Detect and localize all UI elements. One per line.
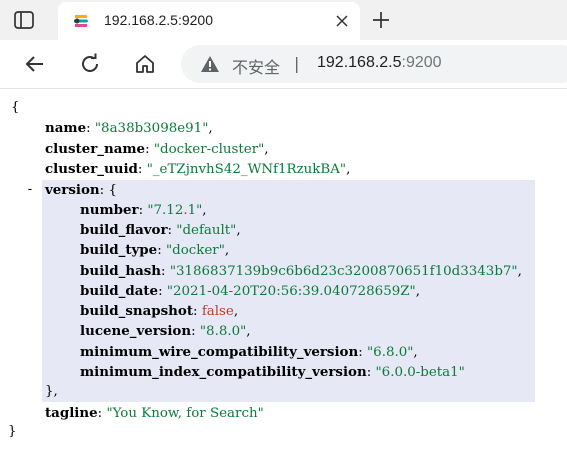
json-key: build_type [80,242,158,258]
json-row-build-flavor: build_flavor: "default", [80,222,241,238]
version-open-brace: { [108,183,117,198]
browser-toolbar: 不安全 | 192.168.2.5:9200 [0,40,567,89]
url-text[interactable]: 192.168.2.5:9200 [317,54,442,72]
json-row-min-wire-compat: minimum_wire_compatibility_version: "6.8… [80,344,418,360]
json-viewer: { name: "8a38b3098e91", cluster_name: "d… [0,88,567,455]
new-tab-icon[interactable] [370,9,392,31]
json-boolean-value: false [201,304,234,319]
json-row-build-snapshot: build_snapshot: false, [80,303,239,319]
json-value: "3186837139b9c6b6d23c3200870651f10d3343b… [169,264,518,279]
json-row-number: number: "7.12.1", [80,202,207,218]
url-host: 192.168.2.5 [317,54,402,71]
back-arrow-icon[interactable] [23,52,47,76]
json-value: "8.8.0" [199,324,247,339]
close-brace: }, [45,384,58,399]
json-row-version: version: { [45,182,117,198]
json-row-build-date: build_date: "2021-04-20T20:56:39.0407286… [80,283,420,299]
json-key: number [80,202,139,218]
close-tab-icon[interactable] [334,13,350,29]
tab-strip: 192.168.2.5:9200 [0,0,567,40]
json-value: "6.8.0" [367,345,414,360]
json-row-name: name: "8a38b3098e91", [45,120,213,136]
json-key: minimum_wire_compatibility_version [80,344,359,360]
open-brace: { [11,100,20,115]
json-row-cluster-name: cluster_name: "docker-cluster", [45,141,269,157]
json-row-cluster-uuid: cluster_uuid: "_eTZjnvhS42_WNf1RzukBA", [45,161,351,177]
json-key: minimum_index_compatibility_version [80,364,367,380]
json-open-brace: { [11,98,20,118]
json-value: "2021-04-20T20:56:39.040728659Z" [166,284,416,299]
json-key: build_date [80,283,159,299]
url-port: :9200 [401,54,442,71]
json-close-brace: } [8,422,17,442]
version-close-brace: }, [45,382,58,402]
json-row-lucene-version: lucene_version: "8.8.0", [80,323,251,339]
refresh-icon[interactable] [78,52,102,76]
json-row-min-index-compat: minimum_index_compatibility_version: "6.… [80,364,465,380]
warning-triangle-icon[interactable] [200,55,220,73]
json-value: "docker-cluster" [153,142,265,157]
address-separator: | [294,54,300,73]
json-value: "default" [176,223,237,238]
json-key: tagline [45,405,98,421]
tab-title: 192.168.2.5:9200 [104,12,213,28]
address-bar[interactable]: 不安全 | 192.168.2.5:9200 [181,45,567,83]
close-brace: } [8,424,17,439]
json-value: "8a38b3098e91" [94,121,209,136]
json-row-build-type: build_type: "docker", [80,242,230,258]
collapse-toggle[interactable]: - [26,180,34,200]
json-key: build_flavor [80,222,168,238]
security-status-label[interactable]: 不安全 [232,54,280,78]
json-key: build_hash [80,263,162,279]
json-row-build-hash: build_hash: "3186837139b9c6b6d23c3200870… [80,263,522,279]
json-key: cluster_uuid [45,161,138,177]
json-value: "_eTZjnvhS42_WNf1RzukBA" [146,162,347,177]
sidebar-toggle-icon[interactable] [13,9,35,31]
json-key: name [45,120,87,136]
json-value: "docker" [165,243,225,258]
json-key: build_snapshot [80,303,194,319]
json-key: lucene_version [80,323,192,339]
elastic-favicon-icon [72,12,90,30]
home-icon[interactable] [133,52,157,76]
json-value: "You Know, for Search" [106,406,264,421]
json-row-tagline: tagline: "You Know, for Search" [45,405,264,421]
json-value: "6.0.0-beta1" [375,365,465,380]
json-key: version [45,182,100,198]
json-key: cluster_name [45,141,146,157]
active-tab[interactable]: 192.168.2.5:9200 [58,2,360,40]
json-value: "7.12.1" [147,203,203,218]
